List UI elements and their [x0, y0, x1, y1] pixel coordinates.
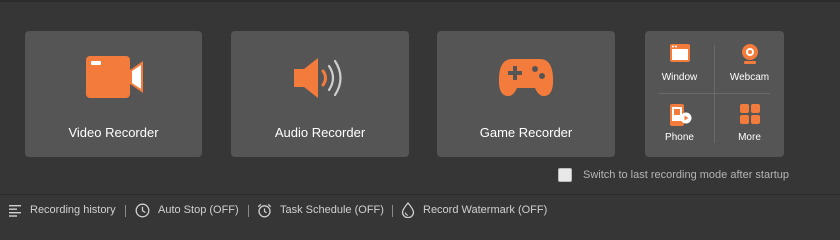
task-schedule-label: Task Schedule (OFF)	[280, 204, 384, 216]
recording-history-button[interactable]: Recording history	[8, 202, 116, 218]
gamepad-icon	[498, 55, 554, 104]
record-watermark-label: Record Watermark (OFF)	[423, 204, 548, 216]
switch-last-mode-label: Switch to last recording mode after star…	[583, 169, 790, 181]
audio-recorder-label: Audio Recorder	[274, 125, 366, 140]
task-schedule-button[interactable]: Task Schedule (OFF)	[257, 202, 384, 218]
switch-last-mode-option[interactable]: Switch to last recording mode after star…	[558, 167, 789, 183]
toolbar-separator	[392, 205, 393, 217]
toolbar-separator	[125, 205, 126, 217]
phone-icon	[668, 103, 692, 132]
water-drop-icon	[401, 202, 415, 218]
video-recorder-label: Video Recorder	[68, 125, 159, 140]
speaker-icon	[292, 55, 348, 106]
window-icon	[669, 43, 691, 68]
more-modes-button[interactable]: More	[715, 93, 784, 155]
video-recorder-button[interactable]: Video Recorder	[25, 31, 202, 157]
phone-recorder-button[interactable]: Phone	[645, 93, 714, 155]
webcam-recorder-button[interactable]: Webcam	[715, 33, 784, 95]
webcam-icon	[739, 43, 761, 70]
more-label: More	[738, 132, 761, 143]
bottom-toolbar: Recording history Auto Stop (OFF) Task S…	[0, 194, 840, 223]
phone-label: Phone	[665, 132, 694, 143]
recorder-home: Video Recorder Audio Recorder Game Recor…	[0, 0, 840, 223]
game-recorder-button[interactable]: Game Recorder	[437, 31, 615, 157]
auto-stop-label: Auto Stop (OFF)	[158, 204, 239, 216]
list-icon	[8, 204, 22, 217]
window-label: Window	[661, 72, 698, 83]
toolbar-separator	[248, 205, 249, 217]
window-recorder-button[interactable]: Window	[645, 33, 714, 95]
alarm-clock-icon	[257, 203, 272, 218]
grid-icon	[739, 103, 761, 130]
auto-stop-button[interactable]: Auto Stop (OFF)	[135, 202, 239, 218]
video-camera-icon	[85, 55, 143, 104]
switch-last-mode-checkbox[interactable]	[558, 168, 572, 182]
game-recorder-label: Game Recorder	[479, 125, 573, 140]
top-edge	[0, 0, 840, 2]
recording-history-label: Recording history	[30, 204, 116, 216]
clock-icon	[135, 203, 150, 218]
webcam-label: Webcam	[729, 72, 770, 83]
record-watermark-button[interactable]: Record Watermark (OFF)	[401, 202, 547, 218]
audio-recorder-button[interactable]: Audio Recorder	[231, 31, 409, 157]
more-modes-panel: Window Webcam Phone More	[645, 31, 784, 157]
